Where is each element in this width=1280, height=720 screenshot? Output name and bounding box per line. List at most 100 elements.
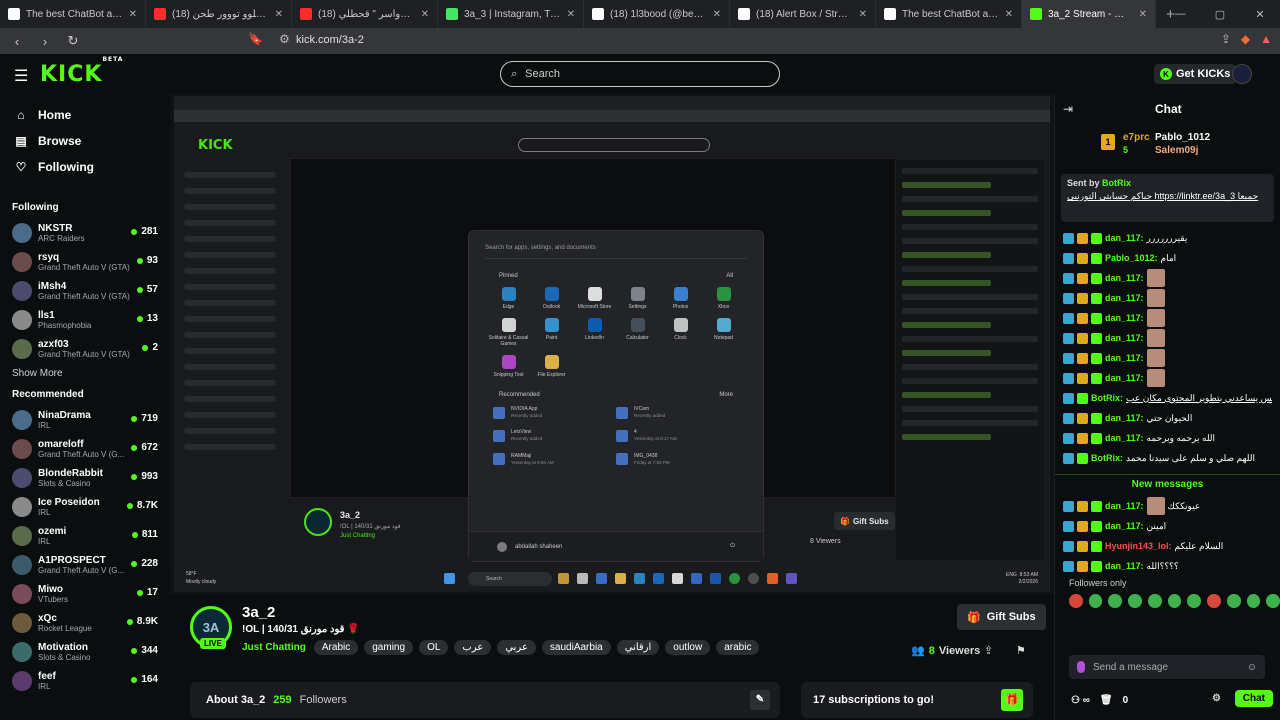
- chat-username[interactable]: dan_117:: [1105, 501, 1144, 511]
- tag-chip[interactable]: عرب: [454, 640, 492, 655]
- brave-rewards-icon[interactable]: ▲: [1260, 32, 1272, 46]
- microphone-icon[interactable]: [1077, 661, 1085, 673]
- nav-browse[interactable]: ▤ Browse: [0, 128, 170, 154]
- chat-username[interactable]: dan_117:: [1105, 293, 1144, 303]
- streamer-name[interactable]: 3a_2: [242, 604, 275, 621]
- chat-username[interactable]: Hyunjin143_lol:: [1105, 541, 1172, 551]
- tag-chip[interactable]: outlow: [665, 640, 711, 655]
- chat-username[interactable]: BotRix:: [1091, 393, 1123, 403]
- tag-chip[interactable]: Arabic: [313, 640, 359, 655]
- sidebar-channel[interactable]: ozemi IRL 811: [0, 521, 170, 550]
- nested-viewers: 8 Viewers: [810, 538, 841, 545]
- browser-tab[interactable]: The best ChatBot and Widgets✕: [0, 0, 146, 28]
- sidebar-channel[interactable]: xQc Rocket League 8.9K: [0, 608, 170, 637]
- bookmark-icon[interactable]: 🔖: [248, 32, 263, 46]
- search-input[interactable]: ⌕ Search: [500, 61, 780, 87]
- sidebar-channel[interactable]: NKSTR ARC Raiders 281: [0, 218, 170, 247]
- url-field[interactable]: kick.com/3a-2: [296, 34, 364, 46]
- menu-icon[interactable]: ☰: [14, 66, 28, 86]
- gift-subs-button[interactable]: 🎁 Gift Subs: [957, 604, 1046, 630]
- sidebar-channel[interactable]: Ice Poseidon IRL 8.7K: [0, 492, 170, 521]
- sidebar-channel[interactable]: omareloff Grand Theft Auto V (G... 672: [0, 434, 170, 463]
- get-kicks-button[interactable]: K Get KICKs: [1154, 64, 1237, 84]
- kick-logo[interactable]: KICKBETA: [40, 56, 123, 87]
- sidebar-channel[interactable]: feef IRL 164: [0, 666, 170, 695]
- forward-icon[interactable]: ›: [36, 34, 54, 49]
- chat-send-button[interactable]: Chat: [1234, 690, 1273, 707]
- chat-username[interactable]: dan_117:: [1105, 521, 1144, 531]
- browser-tab[interactable]: (18) 1l3bood (@be5lll) / X✕: [584, 0, 730, 28]
- browser-tab[interactable]: 3a_2 Stream - Watch Live✕: [1022, 0, 1156, 28]
- browser-tab[interactable]: طحن 14 | اكسبلوو تووور طحن (18)✕: [146, 0, 292, 28]
- users-icon[interactable]: ⚇ ∞: [1071, 695, 1090, 706]
- leaderboard-user[interactable]: e7prc: [1123, 132, 1150, 143]
- sidebar-channel[interactable]: azxf03 Grand Theft Auto V (GTA) 2: [0, 334, 170, 363]
- tag-chip[interactable]: arabic: [716, 640, 760, 655]
- close-tab-icon[interactable]: ✕: [713, 9, 721, 20]
- report-flag-icon[interactable]: ⚑: [1016, 644, 1026, 657]
- chat-username[interactable]: dan_117:: [1105, 353, 1144, 363]
- sidebar-channel[interactable]: BlondeRabbit Slots & Casino 993: [0, 463, 170, 492]
- tag-chip[interactable]: ارقاني: [616, 640, 660, 655]
- chat-username[interactable]: dan_117:: [1105, 333, 1144, 343]
- maximize-icon[interactable]: ▢: [1200, 8, 1240, 21]
- tag-chip[interactable]: OL: [419, 640, 449, 655]
- browser-tab[interactable]: 3a_3 | Instagram, TikTok | Linkt✕: [438, 0, 584, 28]
- tag-chip[interactable]: saudiAarbia: [541, 640, 611, 655]
- show-more-link[interactable]: Show More: [0, 363, 170, 383]
- close-tab-icon[interactable]: ✕: [421, 9, 429, 20]
- tag-chip[interactable]: gaming: [364, 640, 414, 655]
- sidebar-channel[interactable]: Motivation Slots & Casino 344: [0, 637, 170, 666]
- pinned-message[interactable]: Sent by BotRix حياكم حسابتي التورنيي htt…: [1061, 174, 1274, 222]
- sidebar-channel[interactable]: lls1 Phasmophobia 13: [0, 305, 170, 334]
- browser-tab[interactable]: The best ChatBot and Widgets✕: [876, 0, 1022, 28]
- minimize-icon[interactable]: —: [1160, 8, 1200, 20]
- back-icon[interactable]: ‹: [8, 34, 26, 49]
- site-info-icon[interactable]: ⚙: [279, 32, 290, 46]
- close-tab-icon[interactable]: ✕: [567, 9, 575, 20]
- sidebar-channel[interactable]: Miwo VTubers 17: [0, 579, 170, 608]
- close-tab-icon[interactable]: ✕: [275, 9, 283, 20]
- gift-goal-icon[interactable]: 🎁: [1001, 689, 1023, 711]
- new-messages-divider[interactable]: New messages: [1055, 474, 1280, 490]
- chat-username[interactable]: dan_117:: [1105, 561, 1144, 571]
- stream-category[interactable]: Just Chatting: [242, 642, 306, 653]
- user-avatar[interactable]: [1232, 64, 1252, 84]
- chat-username[interactable]: dan_117:: [1105, 273, 1144, 283]
- video-player[interactable]: KICK 3a_2 !OL | 140/31 قود مورنق Just Ch…: [170, 94, 1054, 594]
- brave-shield-icon[interactable]: ◆: [1241, 32, 1250, 46]
- reload-icon[interactable]: ↻: [64, 33, 82, 49]
- tag-chip[interactable]: عربي: [497, 640, 536, 655]
- browser-tab[interactable]: (18) Alert Box / Streamlabs✕: [730, 0, 876, 28]
- sidebar-channel[interactable]: A1PROSPECT Grand Theft Auto V (G... 228: [0, 550, 170, 579]
- collapse-chat-icon[interactable]: ⇥: [1063, 102, 1073, 116]
- close-tab-icon[interactable]: ✕: [1139, 9, 1147, 20]
- leaderboard-user[interactable]: Pablo_1012: [1155, 132, 1210, 143]
- share-icon[interactable]: ⇪: [984, 644, 993, 657]
- sidebar-channel[interactable]: rsyq Grand Theft Auto V (GTA) 93: [0, 247, 170, 276]
- chat-username[interactable]: Pablo_1012:: [1105, 253, 1158, 263]
- emoji-icon[interactable]: ☺: [1247, 662, 1257, 673]
- emote-bar[interactable]: [1055, 592, 1280, 610]
- chat-username[interactable]: dan_117:: [1105, 413, 1144, 423]
- chat-username[interactable]: dan_117:: [1105, 433, 1144, 443]
- chat-username[interactable]: dan_117:: [1105, 313, 1144, 323]
- share-icon[interactable]: ⇪: [1221, 32, 1231, 46]
- close-tab-icon[interactable]: ✕: [1005, 9, 1013, 20]
- browser-tab[interactable]: (18) شيلة الدواسر " قحطلي ||✕: [292, 0, 438, 28]
- chat-username[interactable]: dan_117:: [1105, 233, 1144, 243]
- leaderboard-user[interactable]: Salem09j: [1155, 145, 1198, 156]
- nav-home[interactable]: ⌂ Home: [0, 102, 170, 128]
- close-tab-icon[interactable]: ✕: [129, 9, 137, 20]
- chat-message: dan_117: الله يرحمه ويرحمه: [1063, 428, 1272, 448]
- nav-following[interactable]: ♡ Following: [0, 154, 170, 180]
- close-window-icon[interactable]: ✕: [1240, 8, 1280, 21]
- edit-pencil-icon[interactable]: ✎: [750, 690, 770, 710]
- sidebar-channel[interactable]: NinaDrama IRL 719: [0, 405, 170, 434]
- chat-settings-icon[interactable]: ⚙: [1212, 693, 1221, 704]
- chat-username[interactable]: dan_117:: [1105, 373, 1144, 383]
- chat-input[interactable]: Send a message ☺: [1069, 655, 1265, 679]
- chat-username[interactable]: BotRix:: [1091, 453, 1123, 463]
- sidebar-channel[interactable]: iMsh4 Grand Theft Auto V (GTA) 57: [0, 276, 170, 305]
- close-tab-icon[interactable]: ✕: [859, 9, 867, 20]
